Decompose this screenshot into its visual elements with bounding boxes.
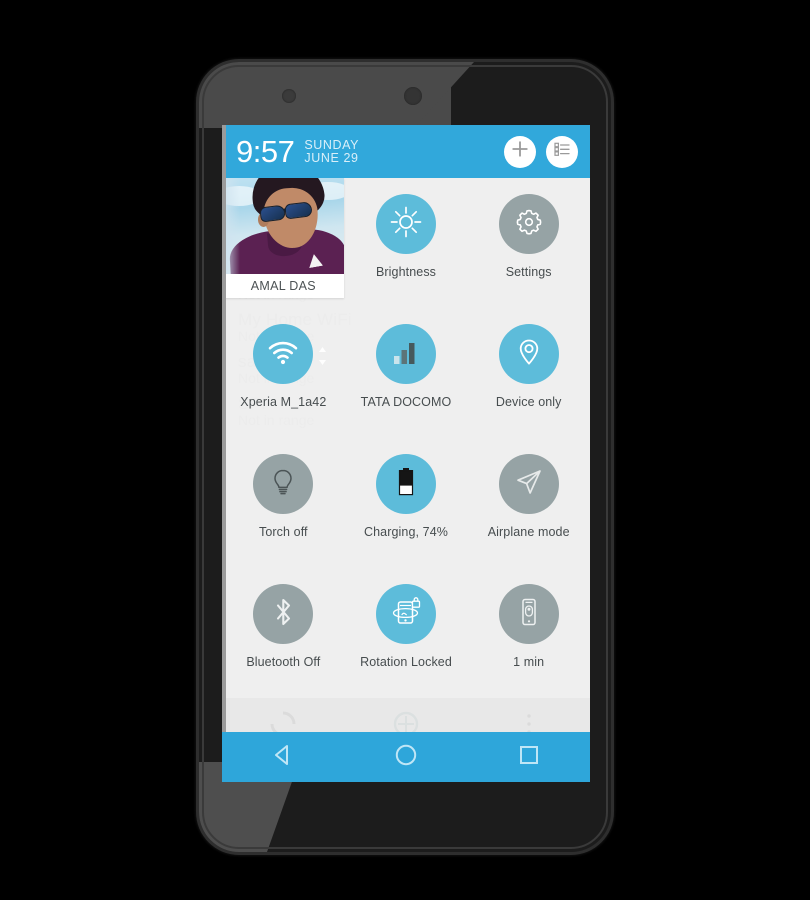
edit-list-button[interactable] (546, 135, 578, 168)
bluetooth-icon (267, 596, 299, 633)
toggle-label: 1 min (513, 655, 545, 669)
toggle-circle (498, 584, 559, 644)
nav-back-button[interactable] (260, 734, 306, 780)
screen-timeout-icon (514, 596, 544, 633)
nav-home-button[interactable] (383, 734, 429, 780)
phone-device: 9:57 SUNDAY JUNE 29 My Home WiFi Not Not… (199, 62, 611, 852)
toggle-circle (253, 324, 327, 384)
toggle-label: Rotation Locked (360, 655, 452, 669)
toggle-settings[interactable]: Settings (467, 178, 590, 308)
toggle-label: Xperia M_1a42 (240, 395, 327, 409)
list-icon (551, 138, 573, 165)
toggle-rotation[interactable]: Rotation Locked (345, 568, 468, 698)
toggle-bluetooth[interactable]: Bluetooth Off (222, 568, 345, 698)
toggle-circle (253, 584, 314, 644)
toggle-circle (498, 324, 559, 384)
add-button[interactable] (504, 135, 536, 168)
toggle-airplane[interactable]: Airplane mode (467, 438, 590, 568)
toggle-wifi[interactable]: Xperia M_1a42 (222, 308, 345, 438)
toggle-circle (498, 454, 559, 514)
toggle-circle (253, 454, 314, 514)
lightbulb-icon (267, 466, 299, 503)
brightness-sun-icon (389, 205, 423, 244)
toggle-row: Bluetooth Off Rotation Locked 1 min (222, 568, 590, 698)
screenshot-root: 9:57 SUNDAY JUNE 29 My Home WiFi Not Not… (0, 0, 810, 900)
phone-screen: 9:57 SUNDAY JUNE 29 My Home WiFi Not Not… (222, 125, 590, 782)
toggle-brightness[interactable]: Brightness (345, 178, 468, 308)
rotation-lock-icon (389, 595, 423, 634)
plus-icon (509, 138, 531, 165)
airplane-icon (513, 466, 545, 503)
avatar (222, 178, 345, 274)
recents-square-icon (517, 743, 541, 772)
nav-recents-button[interactable] (506, 734, 552, 780)
home-circle-icon (393, 742, 419, 773)
toggle-label: Airplane mode (487, 525, 570, 539)
toggle-location[interactable]: Device only (467, 308, 590, 438)
proximity-sensor-icon (404, 87, 422, 105)
quick-settings-panel: AMAL DAS Brightness Settings Xperia M_1a… (222, 178, 590, 758)
toggle-row: Torch off Charging, 74% Airplane mode (222, 438, 590, 568)
toggle-circle (376, 194, 436, 254)
navigation-bar (222, 732, 590, 782)
toggle-mobile-data[interactable]: TATA DOCOMO (345, 308, 468, 438)
toggle-label: Device only (495, 395, 562, 409)
gear-icon (513, 206, 545, 243)
toggle-torch[interactable]: Torch off (222, 438, 345, 568)
profile-name-label: AMAL DAS (222, 274, 345, 298)
toggle-battery[interactable]: Charging, 74% (345, 438, 468, 568)
day-of-week: SUNDAY (304, 137, 360, 152)
toggle-label: Bluetooth Off (246, 655, 321, 669)
toggle-label: Brightness (375, 265, 437, 279)
toggle-label: Settings (505, 265, 552, 279)
toggle-circle (376, 454, 436, 514)
toggle-circle (376, 584, 436, 644)
front-camera-icon (282, 89, 296, 103)
toggle-screen-timeout[interactable]: 1 min (467, 568, 590, 698)
toggle-row: Xperia M_1a42 TATA DOCOMO Device only (222, 308, 590, 438)
battery-icon (391, 465, 421, 504)
profile-card[interactable]: AMAL DAS (222, 178, 345, 298)
date-label: JUNE 29 (304, 151, 359, 165)
signal-bars-icon (391, 337, 421, 372)
toggle-label: Charging, 74% (364, 525, 448, 539)
screen-left-edge (222, 125, 226, 782)
date-block: SUNDAY JUNE 29 (304, 138, 359, 166)
toggle-label: Torch off (259, 525, 308, 539)
status-header: 9:57 SUNDAY JUNE 29 (222, 125, 590, 178)
wifi-icon (266, 335, 300, 374)
wifi-expand-arrows-icon[interactable] (318, 346, 327, 366)
toggle-circle (498, 194, 559, 254)
clock-time: 9:57 (236, 134, 295, 169)
toggle-row: AMAL DAS Brightness Settings (222, 178, 590, 308)
toggle-label: TATA DOCOMO (360, 395, 452, 409)
panel-content: AMAL DAS Brightness Settings Xperia M_1a… (222, 178, 590, 758)
back-triangle-icon (270, 742, 296, 773)
location-pin-icon (513, 336, 545, 373)
profile-card-cell[interactable]: AMAL DAS (222, 178, 345, 308)
toggle-circle (376, 324, 436, 384)
